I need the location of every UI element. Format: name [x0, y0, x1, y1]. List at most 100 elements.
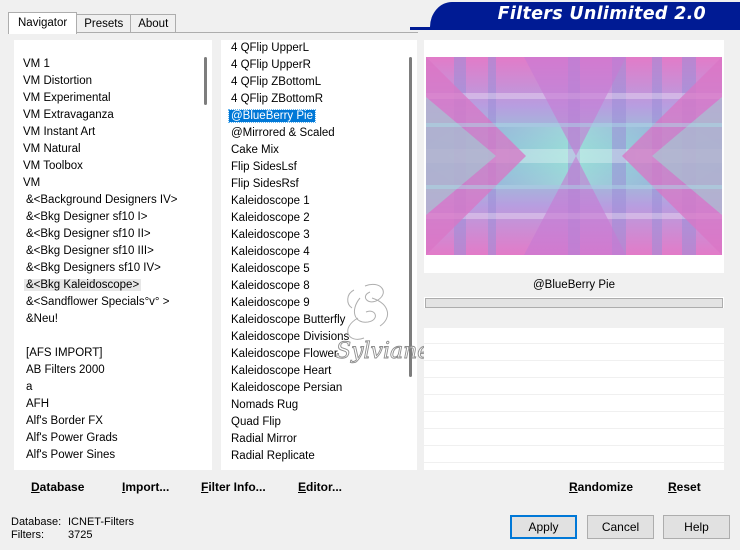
category-item[interactable]: &<Bkg Designer sf10 III>: [14, 243, 198, 260]
filter-item[interactable]: Kaleidoscope Butterfly: [221, 312, 403, 329]
category-item[interactable]: VM Toolbox: [14, 158, 198, 175]
category-scrollbar[interactable]: [198, 40, 212, 470]
preview-panel: @BlueBerry Pie: [424, 40, 724, 480]
parameter-header-bar: [425, 298, 723, 308]
filter-item[interactable]: 4 QFlip UpperL: [221, 40, 403, 57]
category-item[interactable]: &<Bkg Kaleidoscope>: [14, 277, 198, 294]
filter-info-button[interactable]: Filter Info...: [201, 474, 266, 500]
filter-item[interactable]: 4 QFlip UpperR: [221, 57, 403, 74]
filter-item-label: Kaleidoscope Heart: [231, 365, 332, 377]
tab-strip: Navigator Presets About: [8, 12, 177, 34]
filter-item-label: Kaleidoscope 8: [231, 280, 310, 292]
category-item[interactable]: AB Filters 2000: [14, 362, 198, 379]
filter-item-label: @BlueBerry Pie: [228, 109, 316, 123]
filter-item[interactable]: Kaleidoscope 8: [221, 278, 403, 295]
filter-preview-image: [426, 57, 722, 255]
filter-item-label: Kaleidoscope 9: [231, 297, 310, 309]
category-item[interactable]: &<Background Designers IV>: [14, 192, 198, 209]
database-value: ICNET-Filters: [68, 516, 134, 528]
filter-item[interactable]: Kaleidoscope 4: [221, 244, 403, 261]
database-button[interactable]: Database: [31, 474, 84, 500]
tab-about[interactable]: About: [130, 14, 177, 33]
category-item[interactable]: &Neu!: [14, 311, 198, 328]
category-item-label: VM Natural: [23, 142, 81, 155]
randomize-button[interactable]: Randomize: [569, 474, 633, 500]
filter-item-label: 4 QFlip UpperR: [231, 59, 311, 71]
category-item-label: AFH: [26, 397, 49, 410]
category-item-label: VM Experimental: [23, 91, 111, 104]
category-item-label: a: [26, 380, 33, 393]
filter-item-label: Kaleidoscope 4: [231, 246, 310, 258]
filter-item[interactable]: Flip SidesRsf: [221, 176, 403, 193]
category-list[interactable]: VM 1 VM Distortion VM Experimental VM Extra…: [14, 40, 212, 470]
filter-item[interactable]: Radial Mirror: [221, 431, 403, 448]
category-item[interactable]: AFH: [14, 396, 198, 413]
category-item[interactable]: Alf's Power Grads: [14, 430, 198, 447]
category-item[interactable]: &<Bkg Designer sf10 I>: [14, 209, 198, 226]
parameter-spacer: [424, 308, 724, 328]
category-item[interactable]: VM Experimental: [14, 90, 198, 107]
filter-item[interactable]: Cake Mix: [221, 142, 403, 159]
category-item-label: [AFS IMPORT]: [26, 346, 103, 359]
filter-item[interactable]: Nomads Rug: [221, 397, 403, 414]
filter-item[interactable]: 4 QFlip ZBottomL: [221, 74, 403, 91]
filter-item[interactable]: 4 QFlip ZBottomR: [221, 91, 403, 108]
filter-item[interactable]: Kaleidoscope Divisions: [221, 329, 403, 346]
tab-navigator[interactable]: Navigator: [8, 12, 78, 34]
filter-item[interactable]: Kaleidoscope Flower: [221, 346, 403, 363]
editor-button[interactable]: Editor...: [298, 474, 342, 500]
filter-list[interactable]: 4 QFlip UpperL 4 QFlip UpperR 4 QFlip ZBot…: [221, 40, 417, 470]
category-item[interactable]: VM Distortion: [14, 73, 198, 90]
category-item-label: VM: [23, 176, 41, 189]
category-item[interactable]: Alf's Power Sines: [14, 447, 198, 464]
category-item-label: &<Bkg Designer sf10 I>: [26, 210, 148, 223]
filter-scroll-thumb[interactable]: [409, 57, 412, 377]
filter-item[interactable]: @BlueBerry Pie: [221, 108, 403, 125]
filter-item[interactable]: @Mirrored & Scaled: [221, 125, 403, 142]
filters-label: Filters:: [11, 529, 44, 541]
filter-item[interactable]: Quad Flip: [221, 414, 403, 431]
banner-underline: [410, 27, 740, 30]
filter-item[interactable]: Kaleidoscope 5: [221, 261, 403, 278]
category-item[interactable]: [14, 328, 198, 345]
tab-presets[interactable]: Presets: [76, 14, 132, 33]
category-item-label: &<Bkg Designers sf10 IV>: [26, 261, 161, 274]
category-item[interactable]: a: [14, 379, 198, 396]
category-item[interactable]: &<Bkg Designers sf10 IV>: [14, 260, 198, 277]
category-item[interactable]: [AFS IMPORT]: [14, 345, 198, 362]
filter-item-label: Cake Mix: [231, 144, 279, 156]
import-button[interactable]: Import...: [122, 474, 169, 500]
filter-item-label: Flip SidesRsf: [231, 178, 299, 190]
category-item-label: VM Toolbox: [23, 159, 83, 172]
filter-scrollbar[interactable]: [403, 40, 417, 470]
filter-item[interactable]: Radial Replicate: [221, 448, 403, 465]
category-item-label: &<Bkg Kaleidoscope>: [24, 278, 142, 291]
apply-button[interactable]: Apply: [510, 515, 577, 539]
filter-item[interactable]: Kaleidoscope Persian: [221, 380, 403, 397]
reset-button[interactable]: Reset: [668, 474, 701, 500]
category-item-label: VM 1: [23, 57, 50, 70]
category-item[interactable]: VM 1: [14, 56, 198, 73]
category-item[interactable]: VM: [14, 175, 198, 192]
category-item[interactable]: VM Instant Art: [14, 124, 198, 141]
category-item-label: VM Distortion: [23, 74, 93, 87]
category-item-label: Alf's Power Grads: [26, 431, 118, 444]
category-item[interactable]: VM Natural: [14, 141, 198, 158]
filter-item[interactable]: Flip SidesLsf: [221, 159, 403, 176]
help-button[interactable]: Help: [663, 515, 730, 539]
category-item-label: Alf's Power Sines: [26, 448, 116, 461]
cancel-button[interactable]: Cancel: [587, 515, 654, 539]
category-scroll-thumb[interactable]: [204, 57, 207, 105]
filter-item[interactable]: Kaleidoscope 9: [221, 295, 403, 312]
category-item-label: &<Bkg Designer sf10 III>: [26, 244, 154, 257]
category-item[interactable]: Alf's Border FX: [14, 413, 198, 430]
filter-item[interactable]: Kaleidoscope 3: [221, 227, 403, 244]
parameter-row: [424, 430, 724, 446]
filter-item[interactable]: Kaleidoscope 2: [221, 210, 403, 227]
category-item[interactable]: &<Bkg Designer sf10 II>: [14, 226, 198, 243]
filter-item[interactable]: Kaleidoscope Heart: [221, 363, 403, 380]
filter-item-label: @Mirrored & Scaled: [231, 127, 335, 139]
filter-item[interactable]: Kaleidoscope 1: [221, 193, 403, 210]
category-item[interactable]: VM Extravaganza: [14, 107, 198, 124]
category-item[interactable]: &<Sandflower Specials°v° >: [14, 294, 198, 311]
